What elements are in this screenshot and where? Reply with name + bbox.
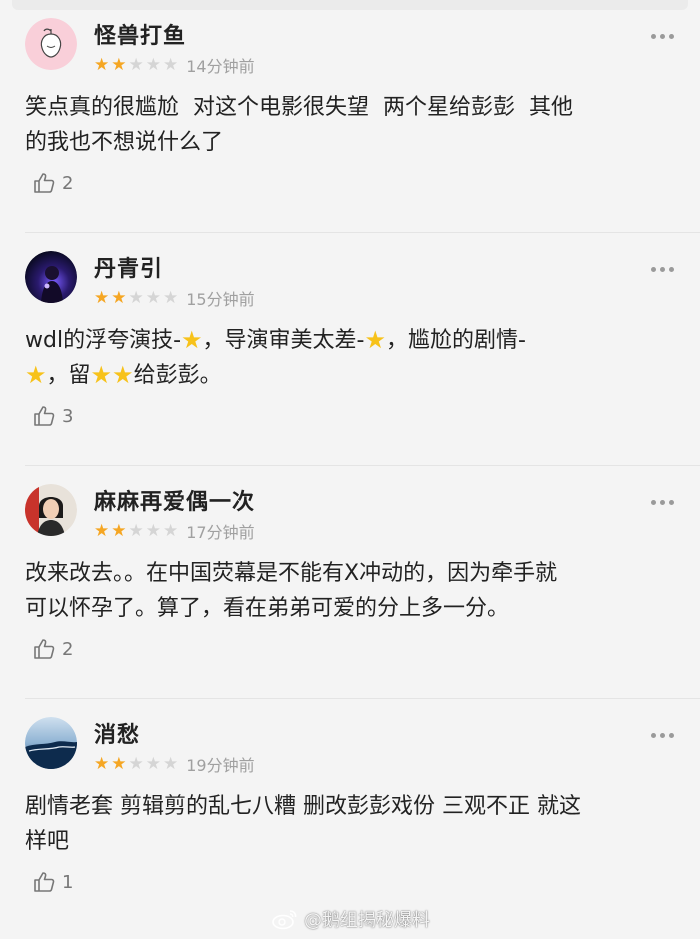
star-emoji-icon: ★ xyxy=(90,361,113,389)
watermark-text: @鹅组揭秘爆料 xyxy=(304,910,430,931)
more-options-icon[interactable] xyxy=(651,34,674,39)
star-emoji-icon: ★ xyxy=(25,361,47,389)
like-count: 3 xyxy=(62,405,74,427)
star-emoji-icon: ★ xyxy=(181,326,203,354)
username[interactable]: 怪兽打鱼 xyxy=(94,18,186,50)
text-segment: ，导演审美太差- xyxy=(202,328,365,353)
thumbs-up-icon xyxy=(34,406,55,426)
star-empty-icon: ★ xyxy=(128,54,144,75)
like-count: 1 xyxy=(62,871,74,893)
timestamp: 14分钟前 xyxy=(186,57,255,76)
star-empty-icon: ★ xyxy=(163,54,179,75)
star-empty-icon: ★ xyxy=(128,520,144,541)
comment-item: 麻麻再爱偶一次 ★ ★ ★ ★ ★ 17分钟前 改来改去。。在中国荧幕是不能有X… xyxy=(0,466,700,699)
star-filled-icon: ★ xyxy=(111,753,127,774)
like-button[interactable]: 2 xyxy=(32,637,73,661)
star-emoji-icon: ★ xyxy=(364,326,386,354)
text-segment: ，留 xyxy=(46,363,91,388)
more-options-icon[interactable] xyxy=(651,733,674,738)
star-empty-icon: ★ xyxy=(128,287,144,308)
avatar[interactable] xyxy=(25,18,77,70)
more-options-icon[interactable] xyxy=(651,267,674,272)
timestamp: 17分钟前 xyxy=(186,523,255,542)
more-options-icon[interactable] xyxy=(651,500,674,505)
star-empty-icon: ★ xyxy=(145,54,161,75)
like-count: 2 xyxy=(62,172,74,194)
avatar[interactable] xyxy=(25,251,77,303)
text-segment: wdl的浮夸演技- xyxy=(25,328,182,353)
woman-portrait-avatar-icon xyxy=(25,484,77,536)
avatar[interactable] xyxy=(25,717,77,769)
star-empty-icon: ★ xyxy=(145,753,161,774)
star-filled-icon: ★ xyxy=(94,287,110,308)
star-empty-icon: ★ xyxy=(145,287,161,308)
star-empty-icon: ★ xyxy=(163,753,179,774)
like-button[interactable]: 1 xyxy=(32,870,73,894)
star-empty-icon: ★ xyxy=(145,520,161,541)
star-filled-icon: ★ xyxy=(111,54,127,75)
star-filled-icon: ★ xyxy=(94,54,110,75)
thumbs-up-icon xyxy=(34,872,55,892)
star-filled-icon: ★ xyxy=(111,520,127,541)
comment-text: 改来改去。。在中国荧幕是不能有X冲动的，因为牵手就 可以怀孕了。算了，看在弟弟可… xyxy=(25,561,558,621)
star-empty-icon: ★ xyxy=(128,753,144,774)
star-emoji-icon: ★ xyxy=(112,361,134,389)
avatar[interactable] xyxy=(25,484,77,536)
text-segment: ，尴尬的剧情- xyxy=(386,328,526,353)
sea-landscape-avatar-icon xyxy=(25,717,77,769)
stage-photo-avatar-icon xyxy=(25,251,77,303)
star-filled-icon: ★ xyxy=(94,520,110,541)
comment-text: 笑点真的很尴尬 对这个电影很失望 两个星给彭彭 其他 的我也不想说什么了 xyxy=(25,95,573,155)
watermark: @鹅组揭秘爆料 xyxy=(272,906,430,932)
comment-item: 怪兽打鱼 ★ ★ ★ ★ ★ 14分钟前 笑点真的很尴尬 对这个电影很失望 两个… xyxy=(0,0,700,233)
rating: ★ ★ ★ ★ ★ 14分钟前 xyxy=(94,53,255,77)
username[interactable]: 消愁 xyxy=(94,717,140,749)
like-button[interactable]: 2 xyxy=(32,171,73,195)
comment-item: 消愁 ★ ★ ★ ★ ★ 19分钟前 剧情老套 剪辑剪的乱七八糟 删改彭彭戏份 … xyxy=(0,699,700,932)
star-filled-icon: ★ xyxy=(111,287,127,308)
username[interactable]: 丹青引 xyxy=(94,251,163,283)
like-count: 2 xyxy=(62,638,74,660)
rating: ★ ★ ★ ★ ★ 17分钟前 xyxy=(94,519,255,543)
timestamp: 15分钟前 xyxy=(186,290,255,309)
thumbs-up-icon xyxy=(34,639,55,659)
like-button[interactable]: 3 xyxy=(32,404,73,428)
star-empty-icon: ★ xyxy=(163,520,179,541)
rating: ★ ★ ★ ★ ★ 19分钟前 xyxy=(94,752,255,776)
text-segment: 给彭彭。 xyxy=(133,363,222,388)
star-filled-icon: ★ xyxy=(94,753,110,774)
comment-text: 剧情老套 剪辑剪的乱七八糟 删改彭彭戏份 三观不正 就这 样吧 xyxy=(25,794,581,854)
star-empty-icon: ★ xyxy=(163,287,179,308)
rating: ★ ★ ★ ★ ★ 15分钟前 xyxy=(94,286,255,310)
comment-text: wdl的浮夸演技-★，导演审美太差-★，尴尬的剧情- ★，留★★给彭彭。 xyxy=(25,323,675,393)
peach-avatar-icon xyxy=(25,18,77,70)
timestamp: 19分钟前 xyxy=(186,756,255,775)
username[interactable]: 麻麻再爱偶一次 xyxy=(94,484,255,516)
weibo-logo-icon xyxy=(272,910,297,930)
comment-item: 丹青引 ★ ★ ★ ★ ★ 15分钟前 wdl的浮夸演技-★，导演审美太差-★，… xyxy=(0,233,700,466)
thumbs-up-icon xyxy=(34,173,55,193)
